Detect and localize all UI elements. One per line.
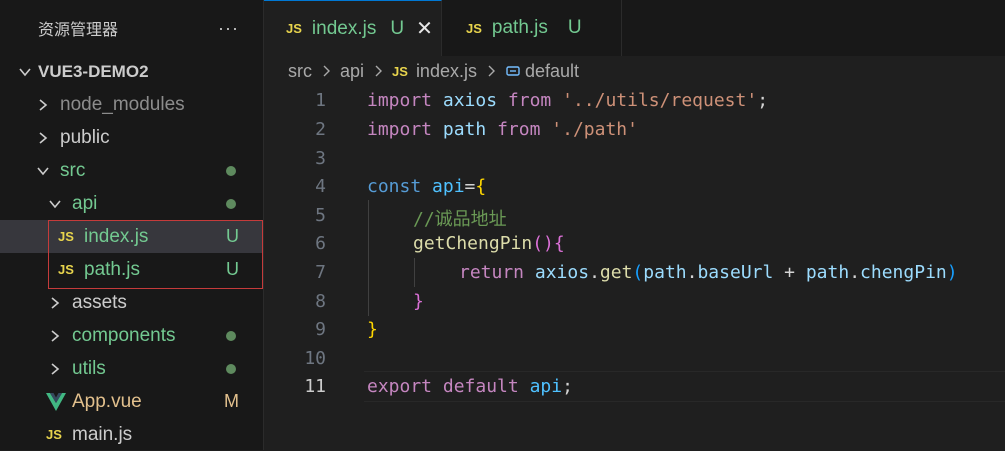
- line-number: 9: [315, 319, 326, 340]
- code-line: }: [413, 291, 424, 312]
- line-number: 7: [315, 262, 326, 283]
- tree-item-main-js[interactable]: JS main.js: [0, 418, 263, 451]
- chevron-down-icon: [36, 164, 50, 178]
- js-file-icon: JS: [58, 229, 74, 244]
- indent-guide: [414, 258, 415, 287]
- tree-item-label: utils: [72, 357, 106, 379]
- tree-item-label: api: [72, 192, 98, 214]
- tree-item-label: src: [60, 159, 86, 181]
- explorer-title: 资源管理器: [38, 22, 119, 39]
- breadcrumb: src api JS index.js default: [288, 56, 579, 86]
- chevron-right-icon: [36, 98, 50, 112]
- chevron-down-icon: [18, 65, 32, 79]
- code-line: export default api;: [367, 376, 573, 397]
- tab-index-js[interactable]: JS index.js U ✕: [264, 0, 442, 56]
- tree-item-path-js[interactable]: JS path.js U: [0, 253, 263, 286]
- tab-status-badge: U: [390, 17, 405, 39]
- tab-label: index.js: [311, 17, 377, 39]
- changes-dot-icon: [226, 198, 236, 209]
- tree-item-label: App.vue: [72, 390, 142, 412]
- line-number: 8: [315, 291, 326, 312]
- js-file-icon: JS: [46, 427, 62, 442]
- line-number: 4: [315, 176, 326, 197]
- tree-item-label: assets: [72, 291, 127, 313]
- tree-root-folder[interactable]: VUE3-DEMO2: [0, 55, 263, 88]
- more-actions-icon[interactable]: ···: [218, 18, 239, 39]
- tree-item-app-vue[interactable]: App.vue M: [0, 385, 263, 418]
- chevron-right-icon: [372, 61, 384, 82]
- explorer-sidebar: 资源管理器 ··· VUE3-DEMO2 node_modules public…: [0, 0, 264, 450]
- chevron-right-icon: [48, 362, 62, 376]
- js-file-icon: JS: [392, 63, 408, 79]
- symbol-variable-icon: [505, 63, 521, 79]
- tree-item-node-modules[interactable]: node_modules: [0, 88, 263, 121]
- chevron-right-icon: [36, 131, 50, 145]
- tree-root-label: VUE3-DEMO2: [38, 61, 149, 81]
- line-number: 10: [304, 348, 326, 369]
- line-number: 11: [304, 376, 326, 397]
- tab-label: path.js: [491, 17, 548, 38]
- changes-dot-icon: [226, 165, 236, 176]
- tree-item-api[interactable]: api: [0, 187, 263, 220]
- untracked-badge: U: [226, 226, 239, 246]
- code-editor[interactable]: 1 2 3 4 5 6 7 8 9 10 11 import axios fro…: [264, 86, 1005, 450]
- tree-item-label: node_modules: [60, 93, 185, 115]
- line-number: 5: [315, 205, 326, 226]
- close-icon[interactable]: ✕: [416, 16, 433, 41]
- chevron-right-icon: [48, 296, 62, 310]
- untracked-badge: U: [226, 259, 239, 279]
- tree-item-label: components: [72, 324, 176, 346]
- chevron-down-icon: [48, 197, 62, 211]
- code-line: import axios from '../utils/request';: [367, 90, 769, 111]
- tab-path-js[interactable]: JS path.js U: [442, 0, 622, 56]
- tree-item-public[interactable]: public: [0, 121, 263, 154]
- chevron-right-icon: [48, 329, 62, 343]
- breadcrumb-item[interactable]: api: [340, 61, 364, 82]
- tree-item-assets[interactable]: assets: [0, 286, 263, 319]
- tree-item-label: path.js: [84, 258, 140, 280]
- tab-status-badge: U: [567, 17, 582, 38]
- changes-dot-icon: [226, 330, 236, 341]
- explorer-header: 资源管理器 ···: [0, 0, 263, 56]
- editor-tab-bar: JS index.js U ✕ JS path.js U: [264, 0, 1005, 56]
- modified-badge: M: [224, 391, 239, 411]
- line-number: 3: [315, 148, 326, 169]
- code-line: const api={: [367, 176, 487, 197]
- tree-item-label: public: [60, 126, 110, 148]
- js-file-icon: JS: [58, 262, 74, 277]
- indent-guide: [368, 200, 369, 316]
- code-line: getChengPin(){: [413, 233, 565, 254]
- code-line: return axios.get(path.baseUrl + path.che…: [459, 262, 958, 283]
- code-line: }: [367, 319, 378, 340]
- js-file-icon: JS: [286, 21, 302, 36]
- line-number: 2: [315, 119, 326, 140]
- line-number: 1: [315, 90, 326, 111]
- breadcrumb-item[interactable]: index.js: [416, 61, 477, 82]
- breadcrumb-item[interactable]: default: [525, 61, 579, 82]
- tree-item-label: main.js: [72, 423, 133, 445]
- vue-file-icon: [46, 392, 66, 412]
- tree-item-index-js[interactable]: JS index.js U: [0, 220, 263, 253]
- line-number: 6: [315, 233, 326, 254]
- tree-item-src[interactable]: src: [0, 154, 263, 187]
- tree-item-label: index.js: [84, 225, 149, 247]
- chevron-right-icon: [320, 61, 332, 82]
- tree-item-utils[interactable]: utils: [0, 352, 263, 385]
- js-file-icon: JS: [466, 20, 482, 36]
- changes-dot-icon: [226, 363, 236, 374]
- code-line: //诚品地址: [413, 209, 507, 230]
- tree-item-components[interactable]: components: [0, 319, 263, 352]
- code-line: import path from './path': [367, 119, 638, 140]
- chevron-right-icon: [485, 61, 497, 82]
- breadcrumb-item[interactable]: src: [288, 61, 312, 82]
